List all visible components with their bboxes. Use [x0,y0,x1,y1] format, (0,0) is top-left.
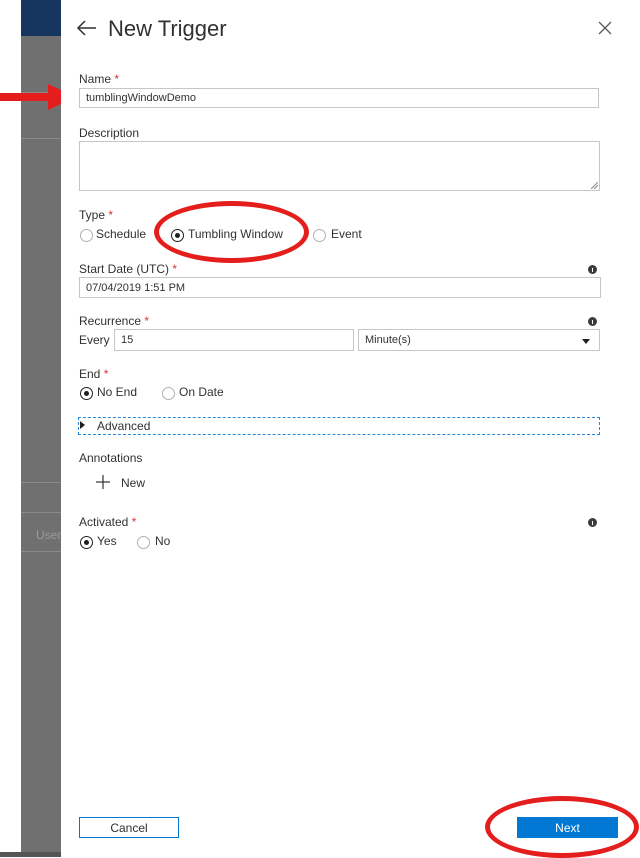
recurrence-every-label: Every [79,333,110,347]
name-label: Name * [79,72,120,86]
background-bottom [0,852,61,857]
type-label: Type * [79,208,114,222]
background-divider [21,512,61,513]
activated-radio-yes[interactable] [80,536,93,549]
panel-title: New Trigger [108,16,227,41]
activated-label: Activated * [79,515,137,529]
activated-info-icon[interactable] [588,518,597,527]
activated-no-label[interactable]: No [155,534,170,548]
advanced-label: Advanced [97,419,151,433]
add-annotation-button[interactable]: New [121,476,145,490]
background-divider [21,482,61,483]
end-radio-no-end[interactable] [80,387,93,400]
panel-header: New Trigger [61,0,640,60]
background-user-text: User [36,528,62,542]
recurrence-unit-value: Minute(s) [365,334,411,346]
end-no-end-label[interactable]: No End [97,385,137,399]
background-overlay [21,0,61,857]
new-trigger-panel: New Trigger Name * tumblingWindowDemo De… [61,0,640,857]
background-page: User [0,0,61,857]
type-schedule-label[interactable]: Schedule [96,227,146,241]
start-date-label: Start Date (UTC) * [79,262,178,276]
recurrence-interval-input[interactable]: 15 [114,329,354,351]
type-radio-event[interactable] [313,229,326,242]
activated-radio-no[interactable] [137,536,150,549]
background-divider [21,138,61,139]
end-on-date-label[interactable]: On Date [179,385,224,399]
background-header [21,0,61,36]
end-radio-on-date[interactable] [162,387,175,400]
activated-yes-label[interactable]: Yes [97,534,117,548]
recurrence-label: Recurrence * [79,314,150,328]
description-label: Description [79,126,140,140]
close-icon[interactable] [596,19,614,37]
recurrence-info-icon[interactable] [588,317,597,326]
back-arrow-icon[interactable] [75,16,99,40]
annotations-label: Annotations [79,451,143,465]
recurrence-unit-select[interactable]: Minute(s) [358,329,600,351]
type-event-label[interactable]: Event [331,227,362,241]
plus-icon[interactable] [96,475,110,489]
annotation-circle-next [485,796,639,858]
annotation-circle-tumbling-window [154,201,309,263]
name-input[interactable]: tumblingWindowDemo [79,88,599,108]
advanced-toggle[interactable]: Advanced [78,417,600,435]
recurrence-interval-value: 15 [121,334,134,346]
start-date-info-icon[interactable] [588,265,597,274]
caret-right-icon [80,421,85,429]
start-date-input[interactable]: 07/04/2019 1:51 PM [79,277,601,298]
description-textarea[interactable] [79,141,600,191]
start-date-value: 07/04/2019 1:51 PM [86,281,186,294]
name-input-value: tumblingWindowDemo [86,92,197,104]
chevron-down-icon [582,339,590,344]
end-label: End * [79,367,109,381]
type-radio-schedule[interactable] [80,229,93,242]
resize-handle-icon[interactable] [591,182,598,189]
cancel-button[interactable]: Cancel [79,817,179,838]
background-divider [21,551,61,552]
